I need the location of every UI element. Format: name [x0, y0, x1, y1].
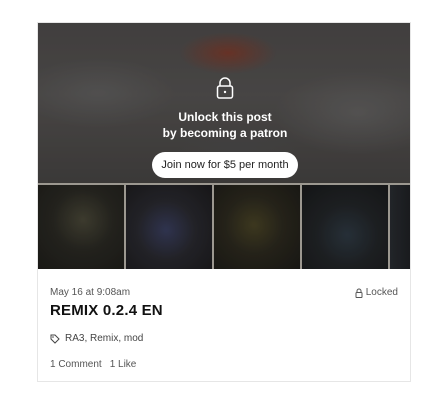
post-card: Unlock this post by becoming a patron Jo… — [37, 22, 411, 382]
join-button[interactable]: Join now for $5 per month — [152, 152, 298, 178]
lock-overlay — [38, 23, 410, 269]
lock-icon — [216, 77, 234, 99]
tag-icon — [50, 334, 60, 344]
likes-count[interactable]: 1 Like — [110, 359, 137, 370]
post-title[interactable]: REMIX 0.2.4 EN — [50, 302, 163, 319]
locked-label: Locked — [365, 287, 398, 298]
post-date[interactable]: May 16 at 9:08am — [50, 287, 130, 298]
locked-badge: Locked — [355, 287, 398, 298]
unlock-subheading: by becoming a patron — [162, 126, 288, 140]
tags-list[interactable]: RA3, Remix, mod — [65, 333, 143, 344]
lock-icon — [355, 288, 363, 298]
post-stats: 1 Comment 1 Like — [50, 359, 136, 370]
post-media[interactable]: Unlock this post by becoming a patron Jo… — [38, 23, 410, 269]
post-tags: RA3, Remix, mod — [50, 333, 143, 344]
comments-count[interactable]: 1 Comment — [50, 359, 102, 370]
unlock-heading: Unlock this post — [178, 110, 272, 124]
